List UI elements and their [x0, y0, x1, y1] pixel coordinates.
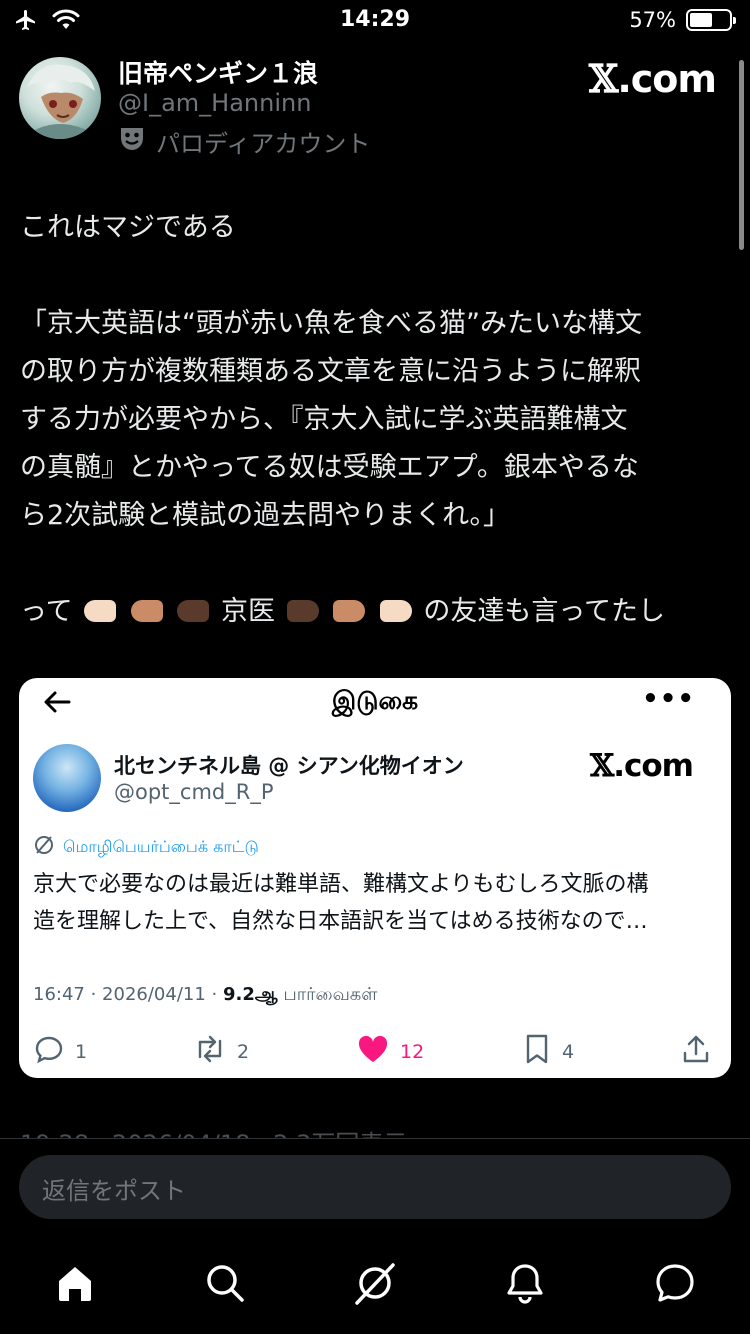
share-icon: [681, 1033, 711, 1070]
scrollbar[interactable]: [739, 60, 744, 250]
tab-home[interactable]: [51, 1261, 99, 1309]
tweet-line: の取り方が複数種類ある文章を意に沿うように解釈: [20, 356, 641, 387]
parody-text: パロディアカウント: [156, 130, 371, 158]
reply-icon: [33, 1033, 65, 1070]
translate-link[interactable]: மொழிபெயர்ப்பைக் காட்டு: [33, 834, 259, 860]
tweet-line: する力が必要やから、『京大入試に学ぶ英語難構文: [20, 404, 628, 435]
right-pointing-hand-icon: [177, 600, 210, 622]
home-icon: [53, 1261, 97, 1309]
author-handle[interactable]: @I_am_Hanninn: [118, 89, 311, 117]
tweet-line-emoji: って 京医 の友達も言ってたし: [20, 596, 666, 627]
bookmark-button[interactable]: 4: [522, 1033, 574, 1070]
quote-meta: 16:47 · 2026/04/11 · 9.2ஆ பார்வைகள்: [33, 984, 378, 1005]
tweet-text: これはマジである 「京大英語は“頭が赤い魚を食べる猫”みたいな構文 の取り方が複…: [20, 204, 732, 636]
left-pointing-hand-icon: [286, 600, 319, 622]
quote-page-title: இடுகை: [331, 686, 419, 715]
quoted-post-card[interactable]: இடுகை ••• 北センチネル島 @ シアン化物イオン @opt_cmd_R_…: [19, 678, 731, 1078]
status-bar: 14:29 57%: [0, 0, 750, 44]
theater-mask-icon: [118, 125, 146, 159]
parody-label: パロディアカウント: [118, 124, 370, 159]
quote-body: 京大で必要なのは最近は難単語、難構文よりもむしろ文脈の構 造を理解した上で、自然…: [33, 872, 649, 934]
message-icon: [653, 1261, 697, 1309]
xcom-logo: 𝕏.com: [588, 56, 717, 101]
tweet-line: これはマジである: [20, 212, 236, 243]
quote-author-handle[interactable]: @opt_cmd_R_P: [114, 780, 274, 804]
tweet-line: の真髄』とかやってる奴は受験エアプ。銀本やるな: [20, 452, 639, 483]
tweet-line: 「京大英語は“頭が赤い魚を食べる猫”みたいな構文: [20, 308, 642, 339]
author-avatar[interactable]: [19, 57, 101, 139]
grok-icon: [351, 1259, 399, 1311]
bookmark-icon: [522, 1033, 552, 1070]
right-pointing-hand-icon: [130, 600, 163, 622]
reply-input[interactable]: 返信をポスト: [19, 1155, 731, 1219]
quote-author-name[interactable]: 北センチネル島 @ シアン化物イオン: [114, 750, 464, 780]
heart-icon: [356, 1033, 390, 1070]
search-icon: [203, 1261, 247, 1309]
reply-button[interactable]: 1: [33, 1033, 87, 1070]
reply-placeholder: 返信をポスト: [42, 1177, 186, 1205]
quote-xcom-logo: 𝕏.com: [590, 748, 694, 784]
quote-author-avatar[interactable]: [33, 744, 101, 812]
battery-icon: [686, 9, 736, 31]
tweet-line: ら2次試験と模試の過去問やりまくれ。」: [20, 500, 510, 531]
translate-icon: [33, 834, 55, 860]
bottom-area: 返信をポスト: [0, 1138, 750, 1334]
left-pointing-hand-icon: [333, 600, 366, 622]
tab-grok[interactable]: [351, 1261, 399, 1309]
quote-action-bar: 1 2 12 4: [19, 1033, 731, 1073]
tab-messages[interactable]: [651, 1261, 699, 1309]
repost-icon: [193, 1033, 227, 1070]
share-button[interactable]: [681, 1033, 711, 1070]
more-options-icon[interactable]: •••: [642, 684, 695, 714]
left-pointing-hand-icon: [379, 600, 412, 622]
author-name[interactable]: 旧帝ペンギン１浪: [118, 54, 318, 90]
tab-notifications[interactable]: [501, 1261, 549, 1309]
right-pointing-hand-icon: [84, 600, 117, 622]
like-button[interactable]: 12: [356, 1033, 424, 1070]
tab-search[interactable]: [201, 1261, 249, 1309]
repost-button[interactable]: 2: [193, 1033, 249, 1070]
bell-icon: [503, 1261, 547, 1309]
battery-percent: 57%: [629, 8, 676, 32]
